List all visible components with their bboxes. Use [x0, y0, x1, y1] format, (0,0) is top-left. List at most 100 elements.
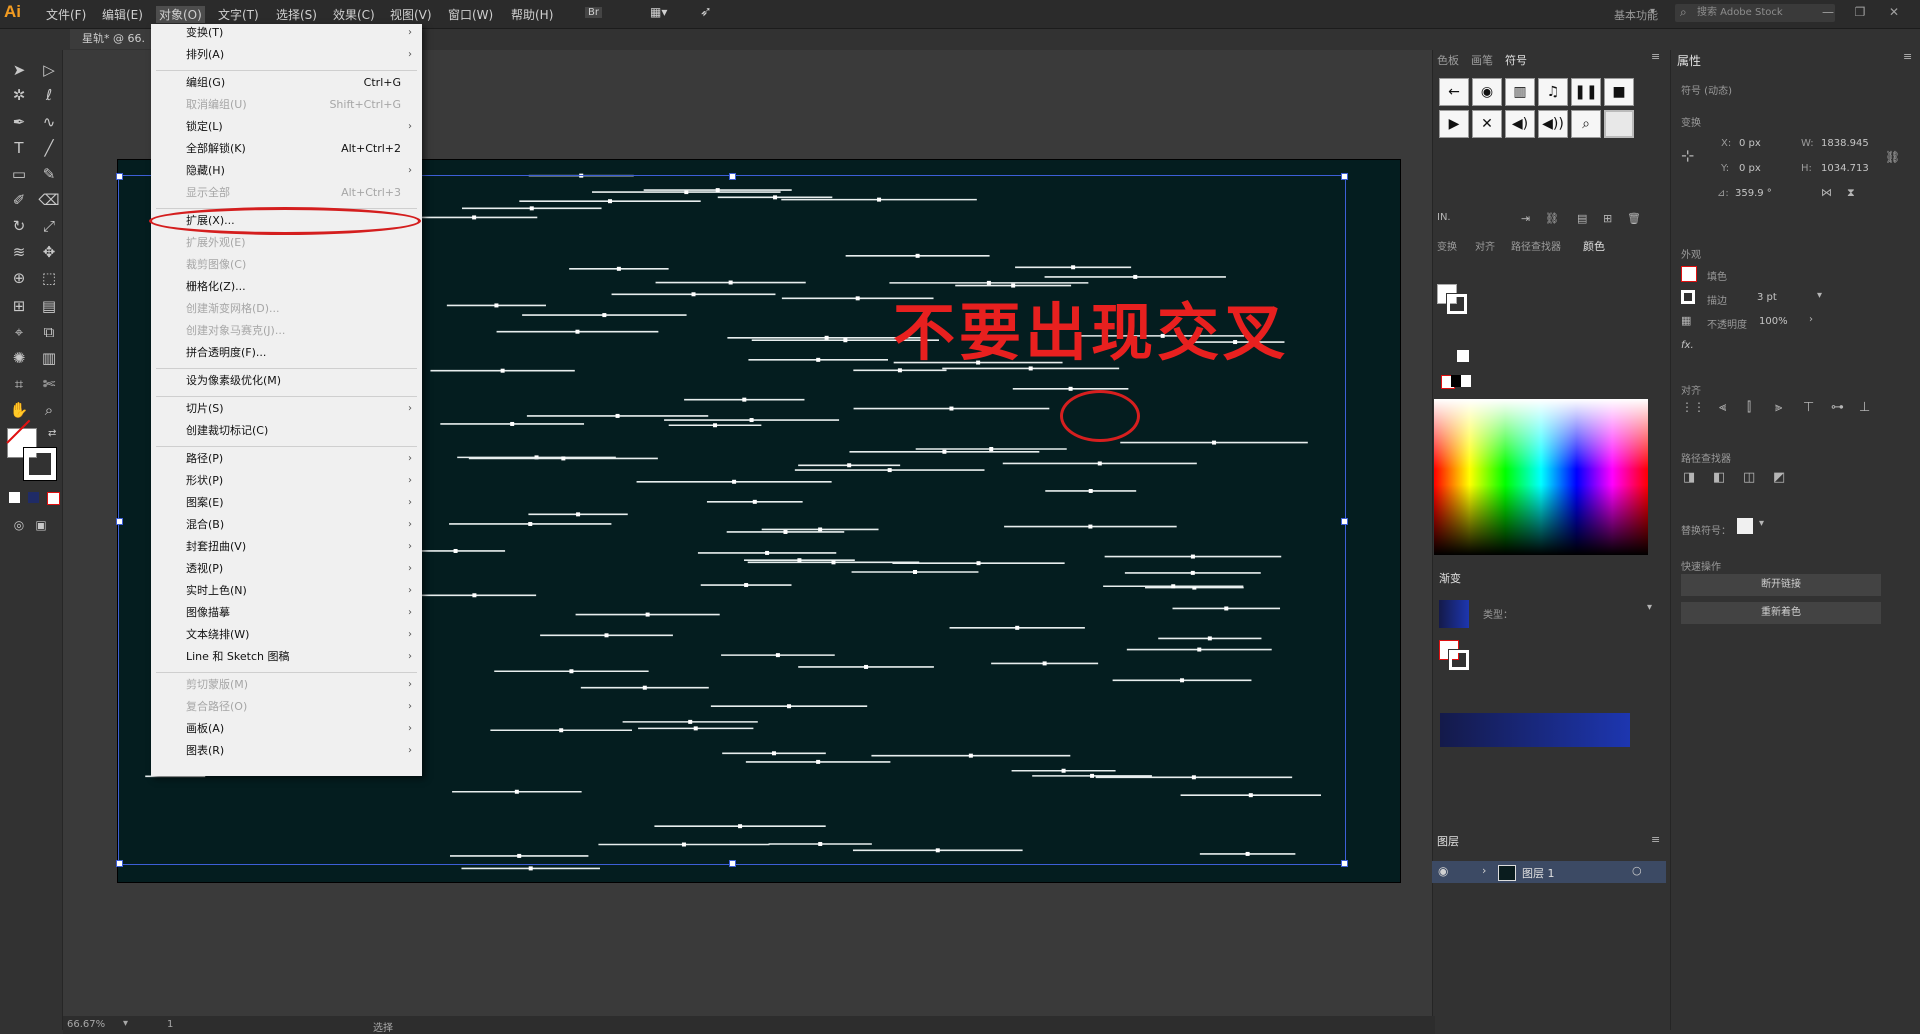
- menu-item[interactable]: 画板(A) ›: [151, 720, 422, 738]
- pen-tool-icon[interactable]: ✒: [8, 112, 30, 132]
- reference-point-icon[interactable]: ⊹: [1681, 146, 1694, 165]
- exclude-icon[interactable]: ◩: [1773, 470, 1785, 485]
- menu-edit[interactable]: 编辑(E): [102, 6, 143, 23]
- menu-item[interactable]: 锁定(L) ›: [151, 118, 422, 136]
- gradient-preview[interactable]: [1439, 600, 1469, 628]
- h-value[interactable]: 1034.713: [1821, 163, 1869, 174]
- menu-view[interactable]: 视图(V): [390, 6, 432, 23]
- symbol-swatch[interactable]: ■: [1604, 78, 1634, 106]
- selection-handle[interactable]: [1341, 518, 1348, 525]
- selection-handle[interactable]: [1341, 173, 1348, 180]
- white-swatch-small[interactable]: [1461, 375, 1471, 387]
- rectangle-tool-icon[interactable]: ▭: [8, 164, 30, 184]
- selection-handle[interactable]: [116, 860, 123, 867]
- menu-item[interactable]: 图表(R) ›: [151, 742, 422, 760]
- draw-mode-icon[interactable]: ◎: [8, 515, 30, 535]
- gradient-stroke-swatch[interactable]: [1448, 649, 1470, 671]
- artboard-tool-icon[interactable]: ⌗: [8, 374, 30, 394]
- selection-handle[interactable]: [729, 860, 736, 867]
- minus-front-icon[interactable]: ◧: [1713, 470, 1725, 485]
- break-link-button[interactable]: 断开链接: [1681, 574, 1881, 596]
- symbol-options-icon[interactable]: ▤: [1577, 212, 1587, 225]
- unite-icon[interactable]: ◨: [1683, 470, 1695, 485]
- symbol-swatch[interactable]: ◉: [1472, 78, 1502, 106]
- eyedropper-icon[interactable]: ⌖: [8, 322, 30, 342]
- puppet-warp-icon[interactable]: ✥: [38, 242, 60, 262]
- visibility-eye-icon[interactable]: ◉: [1438, 864, 1448, 878]
- white-swatch[interactable]: [1457, 350, 1469, 362]
- document-tab[interactable]: 星轨* @ 66.: [70, 29, 162, 49]
- align-top-icon[interactable]: ⊤: [1803, 400, 1814, 415]
- fill-swatch-prop[interactable]: [1681, 266, 1697, 282]
- flip-vertical-icon[interactable]: ⧗: [1847, 186, 1855, 200]
- chevron-down-icon[interactable]: ▾: [1817, 290, 1822, 301]
- close-icon[interactable]: ✕: [1886, 5, 1902, 19]
- menu-item[interactable]: 拼合透明度(F)...: [151, 344, 422, 362]
- tab-transform[interactable]: 变换: [1437, 238, 1457, 253]
- black-swatch[interactable]: [1451, 375, 1461, 387]
- shaper-tool-icon[interactable]: ✐: [8, 190, 30, 210]
- align-hcenter-icon[interactable]: ⫿: [1747, 400, 1751, 415]
- stroke-label[interactable]: 描边: [1707, 292, 1727, 307]
- menu-item[interactable]: 设为像素级优化(M): [151, 372, 422, 390]
- magic-wand-icon[interactable]: ✲: [8, 85, 30, 105]
- menu-item[interactable]: 图案(E) ›: [151, 494, 422, 512]
- link-proportions-icon[interactable]: ⛓: [1885, 150, 1900, 164]
- blend-tool-icon[interactable]: ⧉: [38, 322, 60, 342]
- color-mode-icon[interactable]: [9, 492, 20, 503]
- tab-align[interactable]: 对齐: [1475, 238, 1495, 253]
- chevron-right-icon[interactable]: ›: [1809, 314, 1813, 325]
- opacity-value[interactable]: 100%: [1759, 316, 1788, 327]
- chevron-down-icon[interactable]: ▾: [123, 1018, 128, 1029]
- stock-search-input[interactable]: 搜索 Adobe Stock: [1675, 4, 1835, 22]
- panel-menu-icon[interactable]: ≡: [1651, 50, 1660, 63]
- align-right-icon[interactable]: ⫸: [1775, 400, 1782, 415]
- selection-handle[interactable]: [729, 173, 736, 180]
- menu-type[interactable]: 文字(T): [218, 6, 259, 23]
- gradient-slider[interactable]: [1440, 713, 1630, 747]
- layer-name[interactable]: 图层 1: [1522, 865, 1555, 881]
- zoom-level[interactable]: 66.67%: [67, 1019, 105, 1030]
- menu-object[interactable]: 对象(O): [156, 6, 205, 23]
- warp-tool-icon[interactable]: ≋: [8, 242, 30, 262]
- tab-swatches[interactable]: 色板: [1437, 52, 1459, 68]
- symbol-swatch[interactable]: ▥: [1505, 78, 1535, 106]
- screen-mode-icon[interactable]: ▣: [30, 515, 52, 535]
- panel-menu-icon[interactable]: ≡: [1903, 50, 1912, 63]
- align-to-icon[interactable]: ⋮⋮: [1681, 400, 1705, 414]
- stroke-weight[interactable]: 3 pt: [1757, 292, 1777, 303]
- lasso-icon[interactable]: ℓ: [38, 85, 60, 105]
- menu-select[interactable]: 选择(S): [276, 6, 317, 23]
- menu-window[interactable]: 窗口(W): [448, 6, 493, 23]
- type-tool-icon[interactable]: T: [8, 138, 30, 158]
- recolor-button[interactable]: 重新着色: [1681, 602, 1881, 624]
- scale-tool-icon[interactable]: ⤢: [38, 216, 60, 236]
- paintbrush-icon[interactable]: ✎: [38, 164, 60, 184]
- menu-help[interactable]: 帮助(H): [511, 6, 553, 23]
- align-left-icon[interactable]: ⫷: [1719, 400, 1726, 415]
- live-paint-icon[interactable]: ⬚: [38, 268, 60, 288]
- x-value[interactable]: 0 px: [1739, 138, 1761, 149]
- align-bottom-icon[interactable]: ⊥: [1859, 400, 1870, 415]
- none-mode-icon[interactable]: [47, 492, 60, 505]
- tab-brushes[interactable]: 画笔: [1471, 52, 1493, 68]
- symbol-swatch[interactable]: ←: [1439, 78, 1469, 106]
- menu-item[interactable]: 透视(P) ›: [151, 560, 422, 578]
- symbol-swatch[interactable]: ❚❚: [1571, 78, 1601, 106]
- fx-button[interactable]: fx.: [1681, 340, 1694, 351]
- new-symbol-icon[interactable]: ⊞: [1603, 212, 1612, 225]
- menu-item[interactable]: 实时上色(N) ›: [151, 582, 422, 600]
- minimize-icon[interactable]: —: [1820, 5, 1836, 19]
- menu-item[interactable]: 全部解锁(K) Alt+Ctrl+2: [151, 140, 422, 158]
- curvature-icon[interactable]: ∿: [38, 112, 60, 132]
- place-symbol-icon[interactable]: ⇥: [1521, 212, 1530, 225]
- color-spectrum[interactable]: [1434, 399, 1648, 555]
- w-value[interactable]: 1838.945: [1821, 138, 1869, 149]
- color-stroke-swatch[interactable]: [1446, 293, 1468, 315]
- column-graph-icon[interactable]: ▥: [38, 348, 60, 368]
- flip-horizontal-icon[interactable]: ⋈: [1821, 186, 1832, 199]
- artboard-number[interactable]: 1: [167, 1019, 173, 1030]
- angle-value[interactable]: 359.9 °: [1735, 188, 1772, 199]
- gradient-tool-icon[interactable]: ▤: [38, 296, 60, 316]
- symbol-swatch[interactable]: ♫: [1538, 78, 1568, 106]
